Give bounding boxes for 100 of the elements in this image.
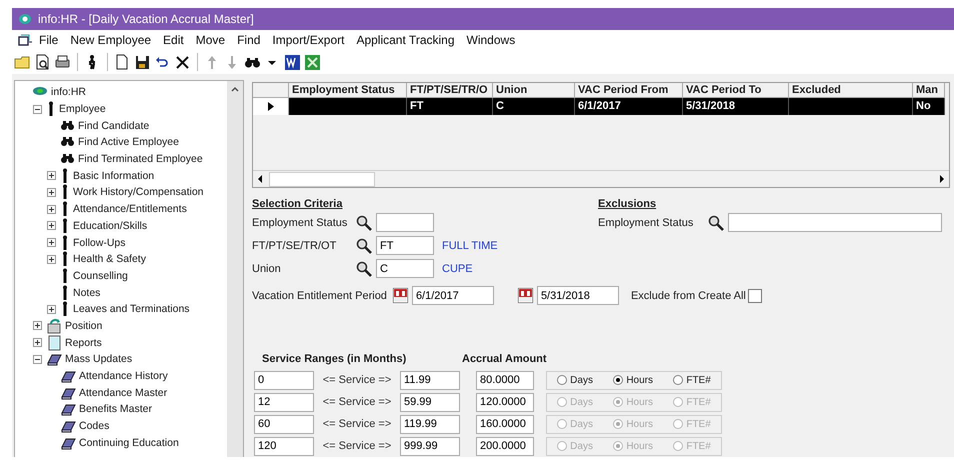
menu-item[interactable]: Windows [462,33,520,47]
expand-icon[interactable] [47,304,56,314]
printer-icon[interactable] [54,54,71,70]
expand-icon[interactable] [47,254,56,264]
radio-option: FTE# [673,440,711,452]
expand-icon[interactable] [47,221,56,230]
tree-item[interactable]: Attendance History [79,370,168,382]
radio-option: FTE# [673,418,711,430]
input-field[interactable] [376,213,434,232]
checkbox[interactable] [748,288,762,303]
search-icon[interactable] [356,260,372,277]
radio-option[interactable]: FTE# [673,374,711,386]
preview-icon[interactable] [34,54,51,70]
tree-item[interactable]: Position [65,320,102,332]
operator-label: <= Service => [322,440,392,452]
column-heading: Service Ranges (in Months) [262,353,408,367]
search-icon[interactable] [708,214,724,231]
column-header[interactable]: Man [913,83,945,98]
column-header[interactable]: Union [493,83,575,98]
tree-item[interactable]: Continuing Education [79,436,179,449]
tree-item[interactable]: info:HR [51,86,86,98]
tree-item[interactable]: Find Active Employee [78,136,179,148]
tree-item[interactable]: Reports [65,336,102,349]
collapse-icon[interactable] [33,104,42,114]
radio-option[interactable]: Hours [613,374,653,386]
person-icon [60,168,70,184]
search-icon[interactable] [356,214,372,231]
input-field[interactable]: FT [376,236,434,256]
expand-icon[interactable] [33,321,42,330]
menu-item[interactable]: Move [190,33,230,47]
scroll-thumb[interactable] [269,172,375,187]
tree-item[interactable]: Attendance Master [79,386,168,399]
tree-item[interactable]: Education/Skills [73,220,148,232]
table-cell: No [913,98,945,115]
input-field[interactable]: 0 [254,370,314,390]
person-icon [60,218,70,234]
tree-item[interactable]: Benefits Master [79,403,152,416]
date-field[interactable]: 5/31/2018 [536,286,619,306]
menu-item[interactable]: Import/Export [267,33,350,47]
tree-item[interactable]: Employee [59,103,106,116]
tree-item[interactable]: Notes [73,286,100,299]
column-header[interactable]: Employment Status [289,83,407,98]
column-heading: Accrual Amount [462,353,547,367]
input-field[interactable]: 11.99 [400,370,460,390]
window-title: info:HR - [Daily Vacation Accrual Master] [38,12,254,26]
column-header[interactable]: VAC Period From [575,83,683,98]
operator-label: <= Service => [322,418,392,430]
table-cell: 6/1/2017 [575,98,683,115]
scroll-up-icon[interactable] [230,84,240,94]
input-field[interactable]: C [376,259,434,278]
tree-item[interactable]: Leaves and Terminations [73,303,190,316]
expand-icon[interactable] [47,171,56,180]
save-icon[interactable] [134,54,151,70]
tree-item[interactable]: Work History/Compensation [73,186,204,198]
tree-item[interactable]: Follow-Ups [73,236,126,249]
calendar-icon[interactable] [392,288,408,304]
tree-item[interactable]: Mass Updates [65,353,132,366]
app-icon [18,13,32,25]
column-header[interactable]: Excluded [789,83,913,98]
folder-arrow-icon [46,318,62,334]
tree-item[interactable]: Codes [79,420,110,432]
table-cell: C [493,98,575,115]
radio-option: Days [557,396,593,408]
tree-item[interactable]: Attendance/Entitlements [73,203,187,216]
calendar-icon[interactable] [518,288,533,304]
menu-item[interactable]: New Employee [65,33,156,47]
tree-item[interactable]: Basic Information [73,170,154,182]
operator-label: <= Service => [322,396,392,408]
expand-icon[interactable] [47,238,56,248]
grid-row[interactable]: FT C 6/1/2017 5/31/2018 No [253,98,949,115]
menu-item[interactable]: Edit [158,33,189,47]
field-description: CUPE [442,262,473,275]
menu-icon[interactable] [18,34,32,46]
date-field[interactable]: 6/1/2017 [412,286,494,306]
expand-icon[interactable] [47,188,56,197]
tree-item[interactable]: Counselling [73,270,128,282]
menu-item[interactable]: Applicant Tracking [351,33,460,47]
delete-icon[interactable] [174,54,191,70]
spreadsheet-icon[interactable] [304,54,321,70]
section-title: Selection Criteria [252,198,344,210]
tree-item[interactable]: Find Candidate [78,120,150,132]
person-icon [60,251,70,268]
expand-icon[interactable] [47,204,56,214]
input-field[interactable]: 80.0000 [476,370,534,390]
radio-option: Days [557,418,593,430]
column-header[interactable]: FT/PT/SE/TR/O [407,83,493,98]
collapse-icon[interactable] [33,354,42,364]
menu-item[interactable]: Find [232,33,266,47]
expand-icon[interactable] [33,338,42,348]
column-header[interactable]: VAC Period To [683,83,789,98]
search-icon[interactable] [356,238,372,254]
menu-item[interactable]: File [34,33,64,47]
tree-item[interactable]: Health & Safety [73,253,146,266]
checkbox-label: Exclude from Create All [630,290,746,302]
radio-option[interactable]: Days [557,374,593,386]
tree-item[interactable]: Find Terminated Employee [78,153,203,166]
input-field[interactable] [728,213,942,232]
radio-option: Hours [613,396,653,408]
word-document-icon[interactable] [284,54,301,70]
table-cell: 5/31/2018 [683,98,789,115]
